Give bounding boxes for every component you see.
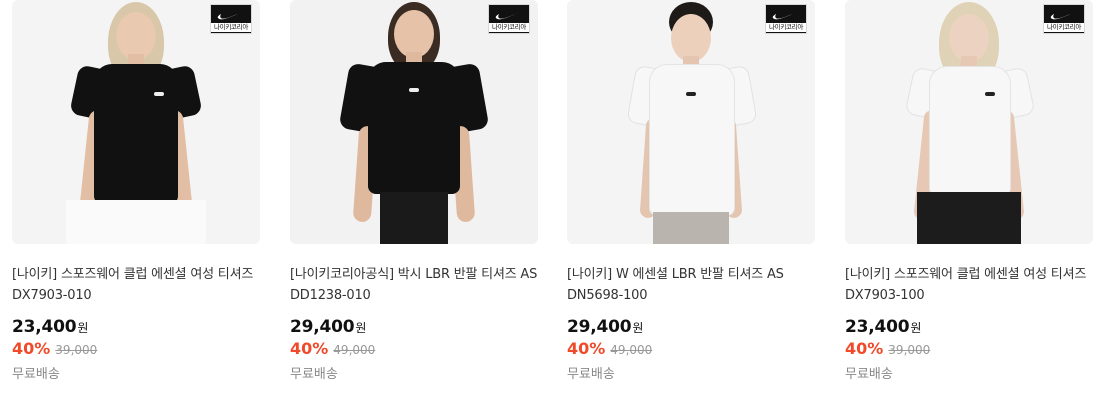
- model-illustration: [869, 0, 1069, 244]
- sale-price: 29,400: [567, 317, 632, 337]
- badge-label: 나이키코리아: [1044, 23, 1084, 32]
- shipping-info: 무료배송: [290, 367, 338, 382]
- original-price: 49,000: [333, 343, 376, 357]
- product-grid: 나이키코리아 [나이키] 스포즈웨어 클럽 에센셜 여성 티셔즈 DX7903-…: [0, 0, 1093, 410]
- product-card[interactable]: 나이키코리아 [나이키] 스포즈웨어 클럽 에센셜 여성 티셔즈 DX7903-…: [12, 0, 260, 382]
- nike-swoosh-icon: [217, 11, 244, 20]
- product-image[interactable]: 나이키코리아: [290, 0, 538, 244]
- product-title[interactable]: [나이키] 스포즈웨어 클럽 에센셜 여성 티셔즈 DX7903-100: [845, 264, 1093, 306]
- badge-label: 나이키코리아: [489, 23, 529, 32]
- model-illustration: [36, 0, 236, 244]
- discount-row: 40% 49,000: [567, 339, 815, 358]
- product-image[interactable]: 나이키코리아: [12, 0, 260, 244]
- original-price: 49,000: [610, 343, 653, 357]
- product-card[interactable]: 나이키코리아 [나이키] 스포즈웨어 클럽 에센셜 여성 티셔즈 DX7903-…: [845, 0, 1093, 382]
- price-row: 23,400 원: [845, 317, 1093, 337]
- price-row: 29,400 원: [290, 317, 538, 337]
- shipping-info: 무료배송: [12, 367, 60, 382]
- product-title[interactable]: [나이키코리아공식] 박시 LBR 반팔 티셔즈 AS DD1238-010: [290, 264, 538, 306]
- product-title[interactable]: [나이키] W 에센셜 LBR 반팔 티셔즈 AS DN5698-100: [567, 264, 815, 306]
- shipping-info: 무료배송: [567, 367, 615, 382]
- nike-swoosh-icon: [772, 11, 799, 20]
- sale-price: 23,400: [845, 317, 910, 337]
- product-image[interactable]: 나이키코리아: [845, 0, 1093, 244]
- badge-label: 나이키코리아: [211, 23, 251, 32]
- currency-unit: 원: [355, 321, 367, 335]
- badge-label: 나이키코리아: [766, 23, 806, 32]
- price-row: 29,400 원: [567, 317, 815, 337]
- currency-unit: 원: [632, 321, 644, 335]
- discount-rate: 40%: [290, 339, 329, 358]
- model-illustration: [591, 0, 791, 244]
- original-price: 39,000: [55, 343, 98, 357]
- nike-swoosh-icon: [495, 11, 522, 20]
- product-title[interactable]: [나이키] 스포즈웨어 클럽 에센셜 여성 티셔즈 DX7903-010: [12, 264, 260, 306]
- currency-unit: 원: [77, 321, 89, 335]
- currency-unit: 원: [910, 321, 922, 335]
- discount-row: 40% 39,000: [845, 339, 1093, 358]
- original-price: 39,000: [888, 343, 931, 357]
- brand-badge: 나이키코리아: [765, 4, 807, 34]
- brand-badge: 나이키코리아: [1043, 4, 1085, 34]
- nike-swoosh-icon: [1050, 11, 1077, 20]
- model-illustration: [314, 0, 514, 244]
- discount-rate: 40%: [845, 339, 884, 358]
- product-image[interactable]: 나이키코리아: [567, 0, 815, 244]
- discount-row: 40% 39,000: [12, 339, 260, 358]
- brand-badge: 나이키코리아: [488, 4, 530, 34]
- sale-price: 23,400: [12, 317, 77, 337]
- sale-price: 29,400: [290, 317, 355, 337]
- shipping-info: 무료배송: [845, 367, 893, 382]
- discount-rate: 40%: [12, 339, 51, 358]
- discount-rate: 40%: [567, 339, 606, 358]
- price-row: 23,400 원: [12, 317, 260, 337]
- discount-row: 40% 49,000: [290, 339, 538, 358]
- product-card[interactable]: 나이키코리아 [나이키코리아공식] 박시 LBR 반팔 티셔즈 AS DD123…: [290, 0, 538, 382]
- brand-badge: 나이키코리아: [210, 4, 252, 34]
- product-card[interactable]: 나이키코리아 [나이키] W 에센셜 LBR 반팔 티셔즈 AS DN5698-…: [567, 0, 815, 382]
